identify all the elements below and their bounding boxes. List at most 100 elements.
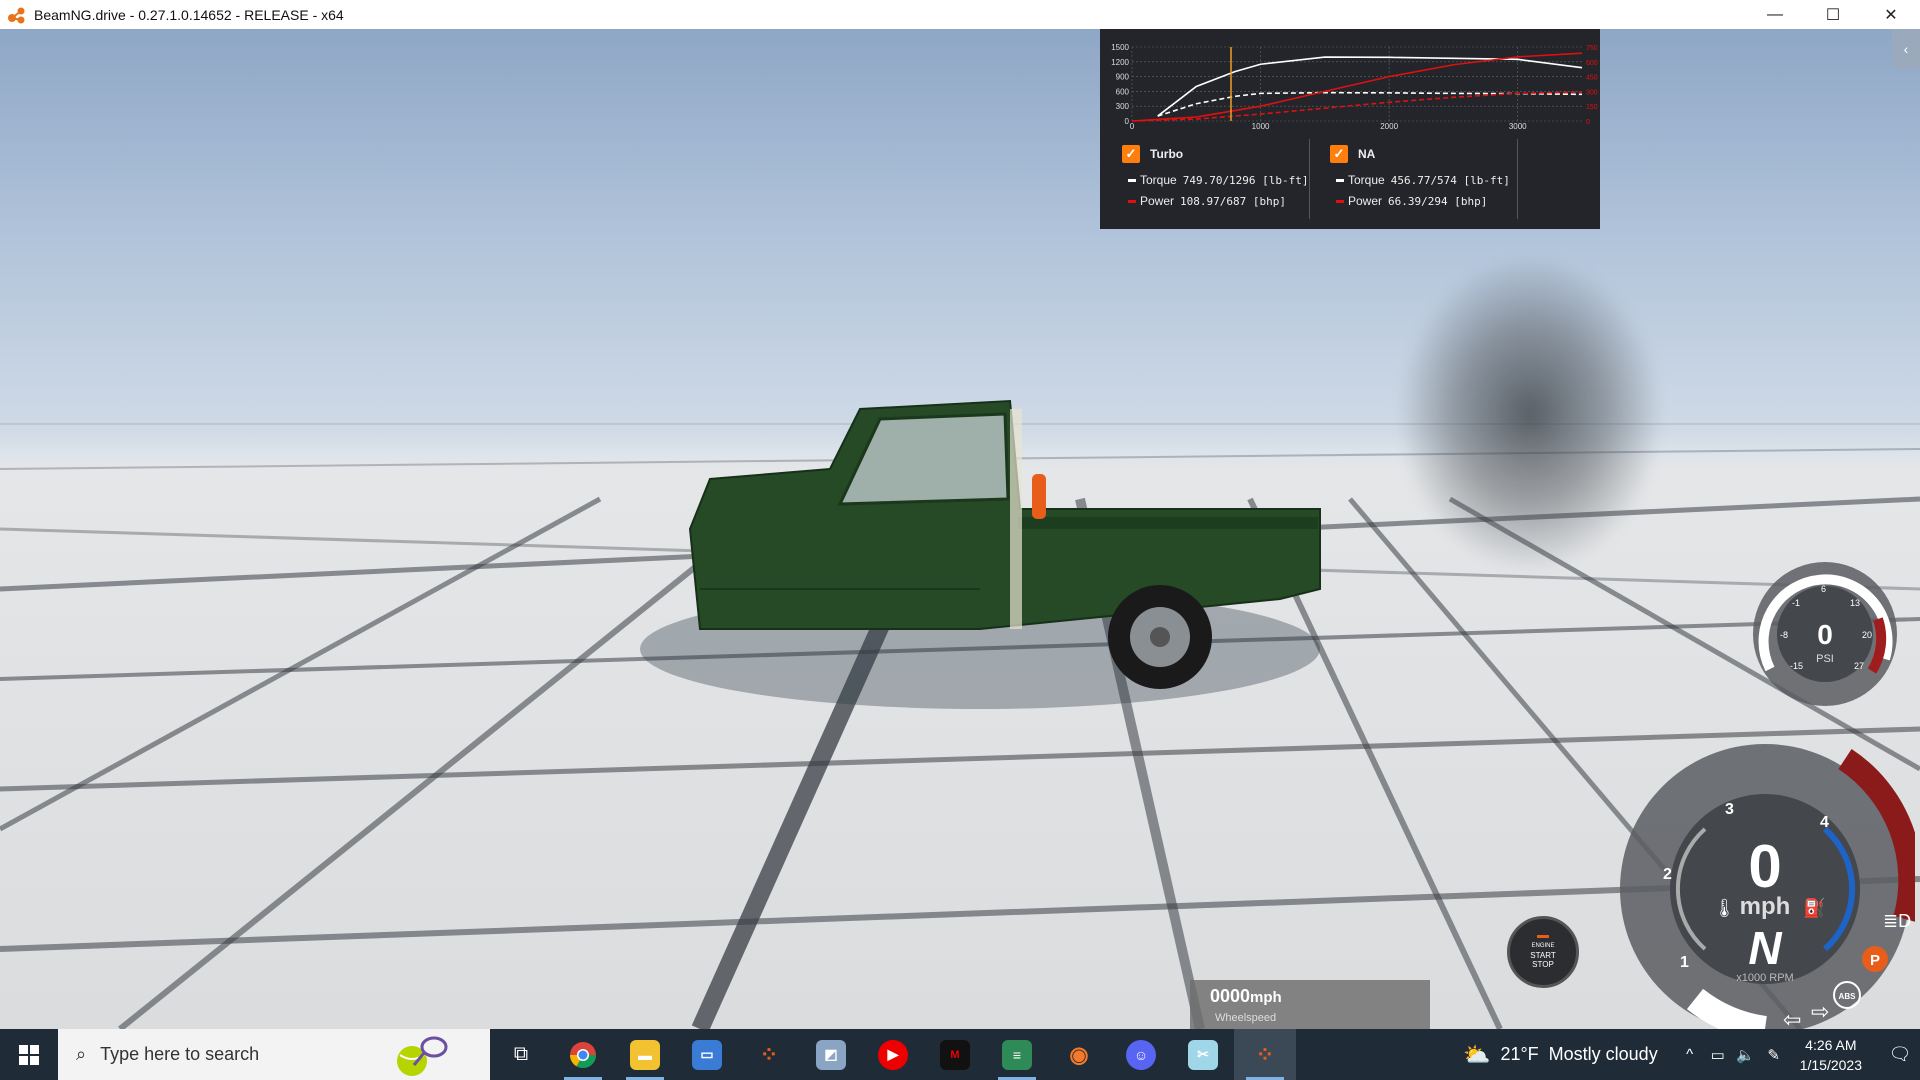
mod-icon: M: [940, 1039, 970, 1070]
power-swatch: [1128, 199, 1136, 203]
torque-swatch: [1336, 178, 1344, 182]
taskbar-notepad-app[interactable]: ≡: [986, 1029, 1048, 1080]
torque-label: Torque: [1140, 173, 1177, 187]
taskbar-discord[interactable]: ☺: [1110, 1029, 1172, 1080]
power-swatch: [1336, 199, 1344, 203]
maximize-button[interactable]: ☐: [1804, 0, 1862, 29]
rpm-label: x1000 RPM: [1736, 972, 1793, 984]
cloudy-weather-icon: ⛅: [1463, 1041, 1491, 1067]
y-tick-right: 150: [1586, 104, 1598, 111]
na-power-value: 66.39/294 [bhp]: [1388, 194, 1488, 208]
taskbar-blender[interactable]: ◉: [1048, 1029, 1110, 1080]
engine-btn-line2: START: [1530, 951, 1556, 960]
chevron-up-icon[interactable]: ^: [1676, 1046, 1704, 1063]
wheelspeed-display: 0000mph Wheelspeed: [1190, 980, 1430, 1029]
task-view-icon: ⧉: [513, 1043, 529, 1065]
notepad-icon: ≡: [1002, 1039, 1032, 1070]
y-tick-right: 300: [1586, 89, 1598, 96]
snip-icon: ✂: [1188, 1039, 1218, 1070]
close-button[interactable]: ✕: [1862, 0, 1920, 29]
y-tick-left: 900: [1116, 73, 1130, 82]
taskbar-clock[interactable]: 4:26 AM 1/15/2023: [1800, 1035, 1862, 1075]
na-label: NA: [1358, 147, 1376, 161]
start-button[interactable]: [0, 1029, 58, 1080]
notification-icon[interactable]: 🗨: [1880, 1044, 1920, 1065]
network-icon[interactable]: ▭: [1704, 1046, 1732, 1064]
rpm-tick: 1: [1680, 954, 1689, 971]
y-tick-right: 600: [1586, 60, 1598, 67]
speed-value: 0: [1748, 833, 1781, 900]
boost-gauge: 0 PSI -15 -8 -1 6 13 20 27: [1753, 562, 1897, 706]
na-checkbox[interactable]: ✓: [1330, 145, 1348, 163]
legend-na: ✓ NA Torque 456.77/574 [lb-ft] Power 66.…: [1318, 139, 1518, 219]
nodes-icon: ⁘: [759, 1041, 779, 1067]
power-graph-chart: 15001200900600300075060045030015000 1000 2…: [1111, 43, 1598, 129]
folder-icon: ▬: [630, 1039, 660, 1070]
turbo-torque-value: 749.70/1296 [lb-ft]: [1182, 173, 1309, 187]
pickup-truck: [688, 399, 1321, 689]
taskbar-chrome[interactable]: [552, 1029, 614, 1080]
speed-unit: mph: [1740, 893, 1791, 920]
taskbar-network-app[interactable]: ▭: [676, 1029, 738, 1080]
na-torque-value: 456.77/574 [lb-ft]: [1390, 173, 1510, 187]
exhaust-smoke: [1400, 259, 1660, 569]
engine-btn-line1: ENGINE: [1531, 943, 1555, 949]
boost-tick: 27: [1854, 661, 1864, 671]
taskbar-mod-loader[interactable]: M: [924, 1029, 986, 1080]
beamng-icon: ⁘: [1255, 1041, 1275, 1067]
wheelspeed-label: Wheelspeed: [1215, 1012, 1277, 1024]
engine-btn-line3: STOP: [1532, 960, 1554, 969]
y-tick-left: 300: [1116, 102, 1130, 111]
turn-signal-left-icon: ⇦: [1783, 1007, 1801, 1029]
minimize-button[interactable]: —: [1746, 0, 1804, 29]
y-tick-right: 0: [1586, 119, 1590, 126]
taskbar-beamng[interactable]: ⁘: [1234, 1029, 1296, 1080]
task-view-button[interactable]: ⧉: [490, 1029, 552, 1080]
window-title: BeamNG.drive - 0.27.1.0.14652 - RELEASE …: [34, 6, 344, 23]
clock-time: 4:26 AM: [1805, 1036, 1857, 1053]
turbo-checkbox[interactable]: ✓: [1122, 145, 1140, 163]
na-torque-row: Torque 456.77/574 [lb-ft]: [1336, 173, 1510, 187]
taskbar-photos-app[interactable]: ◩: [800, 1029, 862, 1080]
x-tick: 0: [1130, 122, 1135, 129]
boost-value: 0: [1817, 619, 1833, 650]
turbo-toggle[interactable]: ✓ Turbo: [1122, 145, 1183, 163]
game-viewport[interactable]: 1500 1200 900 600 300 0 750 600 450 300 150 0 0 1000 2…: [0, 29, 1920, 1029]
taskbar-snip-app[interactable]: ✂: [1172, 1029, 1234, 1080]
taskbar-davinci-app[interactable]: ⁘: [738, 1029, 800, 1080]
taskbar-search-box[interactable]: ⌕ Type here to search: [58, 1029, 490, 1080]
youtube-music-icon: ▶: [878, 1039, 908, 1070]
volume-icon[interactable]: 🔈: [1732, 1046, 1760, 1064]
na-power-row: Power 66.39/294 [bhp]: [1336, 194, 1487, 208]
boost-tick: -1: [1792, 598, 1800, 608]
taskbar-youtube-music[interactable]: ▶: [862, 1029, 924, 1080]
rpm-tick: 3: [1725, 801, 1734, 818]
turn-signal-right-icon: ⇨: [1811, 999, 1829, 1024]
pen-icon[interactable]: ✎: [1760, 1046, 1788, 1064]
boost-tick: 20: [1862, 630, 1872, 640]
chrome-icon: [569, 1041, 597, 1068]
blender-icon: ◉: [1069, 1041, 1089, 1067]
na-toggle[interactable]: ✓ NA: [1330, 145, 1375, 163]
collapse-panel-button[interactable]: ‹: [1892, 29, 1920, 69]
engine-start-stop-button[interactable]: ENGINE START STOP: [1507, 916, 1579, 988]
y-tick-left: 600: [1116, 87, 1130, 96]
engine-indicator-bar: [1537, 935, 1549, 938]
chevron-left-icon: ‹: [1903, 41, 1909, 57]
y-tick-right: 450: [1586, 75, 1598, 82]
taskbar-file-explorer[interactable]: ▬: [614, 1029, 676, 1080]
x-tick: 1000: [1252, 122, 1270, 129]
y-tick-left: 1200: [1111, 58, 1129, 67]
x-tick: 3000: [1509, 122, 1527, 129]
wheelspeed-value: 0000: [1210, 986, 1251, 1006]
weather-widget[interactable]: ⛅ 21°F Mostly cloudy: [1463, 1042, 1658, 1068]
headlight-icon: ≣D: [1883, 911, 1911, 931]
fuel-icon: ⛽: [1803, 897, 1825, 918]
legend-turbo: ✓ Turbo Torque 749.70/1296 [lb-ft] Power…: [1110, 139, 1310, 219]
tennis-doodle-icon: [397, 1036, 448, 1076]
beamng-app-icon: [8, 7, 25, 23]
y-tick-left: 1500: [1111, 43, 1129, 52]
power-label: Power: [1348, 194, 1383, 208]
gear-indicator: N: [1748, 922, 1782, 974]
discord-icon: ☺: [1126, 1039, 1156, 1070]
